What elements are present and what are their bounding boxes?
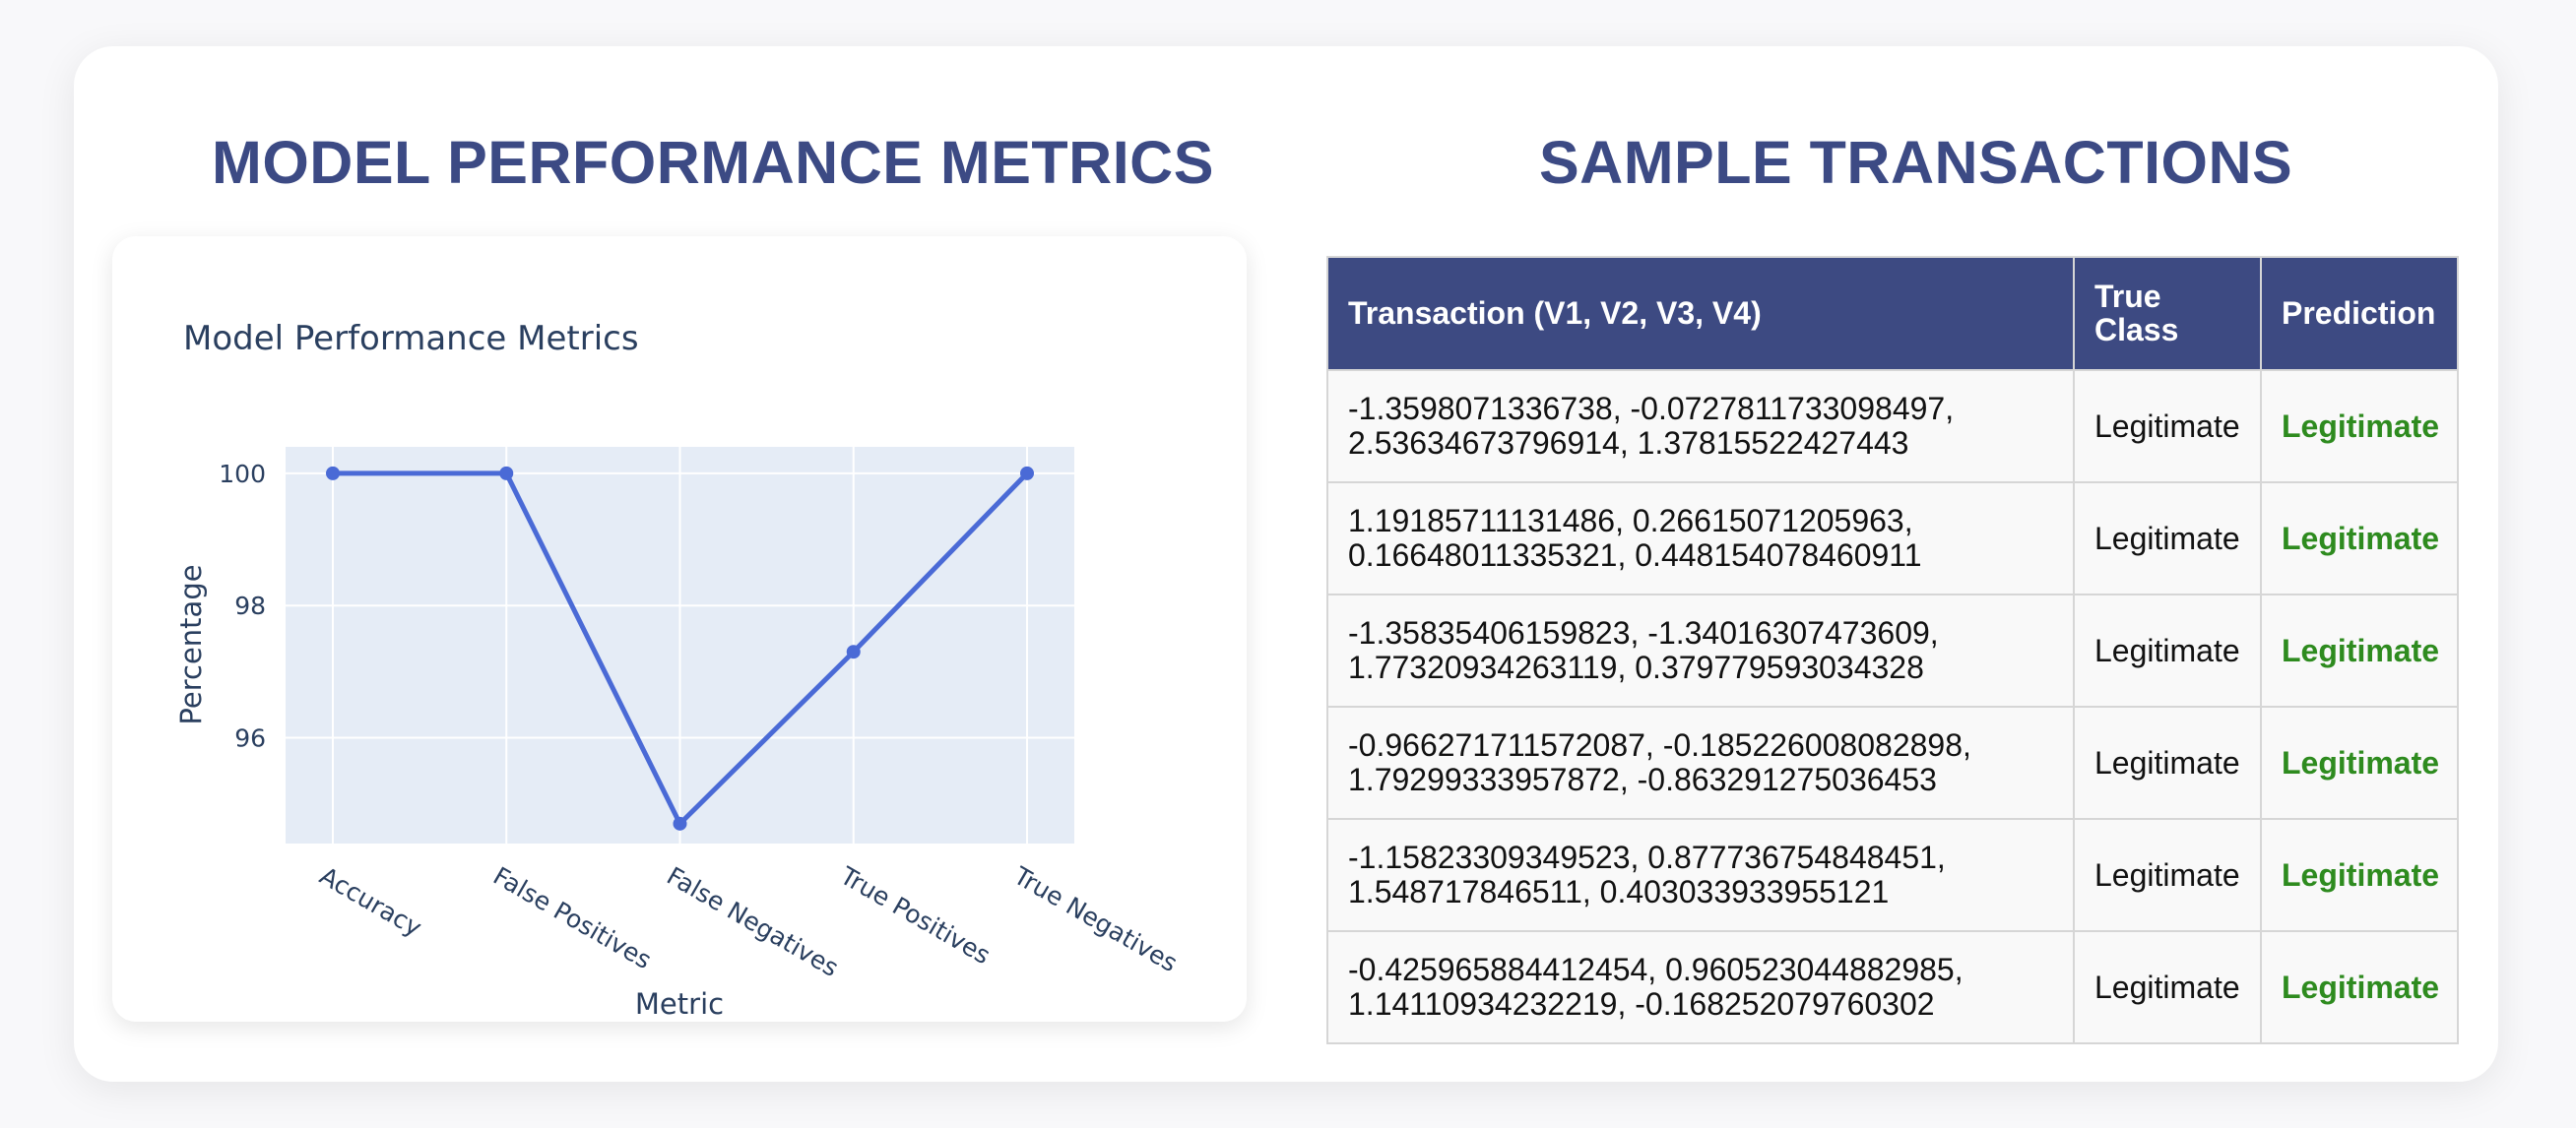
transaction-values-line: 1.79299333957872, -0.863291275036453 <box>1348 762 1937 797</box>
prediction-cell: Legitimate <box>2260 481 2459 595</box>
transaction-values-line: -0.966271711572087, -0.185226008082898, <box>1348 727 1971 764</box>
y-tick-labels: 96 98 100 <box>219 460 266 753</box>
header-true-class: True Class <box>2073 256 2262 371</box>
true-class-cell: Legitimate <box>2073 481 2262 595</box>
prediction-cell: Legitimate <box>2260 930 2459 1044</box>
table-row: -1.15823309349523, 0.877736754848451, 1.5… <box>1326 818 2459 932</box>
performance-chart-card: 96 98 100 Accuracy False Positives False Neg… <box>112 236 1247 1022</box>
y-tick-label: 100 <box>219 460 266 488</box>
performance-section-title: MODEL PERFORMANCE METRICS <box>212 129 1214 196</box>
transaction-values-line: 1.77320934263119, 0.379779593034328 <box>1348 650 1924 685</box>
header-prediction: Prediction <box>2260 256 2459 371</box>
true-class-cell: Legitimate <box>2073 706 2262 820</box>
transaction-cell: -0.425965884412454, 0.960523044882985, 1.… <box>1326 930 2075 1044</box>
transaction-values-line: 1.19185711131486, 0.26615071205963, <box>1348 503 1913 539</box>
transaction-values-line: 0.16648011335321, 0.448154078460911 <box>1348 537 1922 573</box>
table-row: 1.19185711131486, 0.26615071205963, 0.166… <box>1326 481 2459 595</box>
x-tick-label: True Negatives <box>1008 861 1183 978</box>
chart-title: Model Performance Metrics <box>183 319 639 358</box>
x-tick-labels: Accuracy False Positives False NegativesTr… <box>315 861 1183 983</box>
y-tick-label: 96 <box>234 724 266 753</box>
y-axis-label: Percentage <box>174 564 208 724</box>
x-tick-label: False Positives <box>488 861 656 974</box>
table-header-row: Transaction (V1, V2, V3, V4) True Class … <box>1326 256 2459 371</box>
y-tick-label: 98 <box>234 592 266 620</box>
transaction-values-line: -1.3598071336738, -0.0727811733098497, <box>1348 391 1955 427</box>
transaction-values-line: 2.53634673796914, 1.37815522427443 <box>1348 425 1909 461</box>
true-class-cell: Legitimate <box>2073 930 2262 1044</box>
prediction-cell: Legitimate <box>2260 369 2459 483</box>
transaction-cell: -1.3598071336738, -0.0727811733098497, 2.… <box>1326 369 2075 483</box>
x-axis-label: Metric <box>635 987 724 1021</box>
data-point <box>499 466 514 480</box>
transaction-values-line: -0.425965884412454, 0.960523044882985, <box>1348 952 1964 988</box>
prediction-cell: Legitimate <box>2260 706 2459 820</box>
data-point <box>326 466 340 480</box>
table-row: -1.3598071336738, -0.0727811733098497, 2.… <box>1326 369 2459 483</box>
data-point <box>1020 466 1034 480</box>
prediction-cell: Legitimate <box>2260 818 2459 932</box>
true-class-cell: Legitimate <box>2073 818 2262 932</box>
transaction-cell: -0.966271711572087, -0.185226008082898, 1… <box>1326 706 2075 820</box>
header-transaction: Transaction (V1, V2, V3, V4) <box>1326 256 2075 371</box>
x-tick-label: False Negatives <box>662 861 843 982</box>
performance-line-chart: 96 98 100 Accuracy False Positives False Neg… <box>174 319 1183 1021</box>
data-point <box>673 816 687 831</box>
transaction-values-line: 1.14110934232219, -0.168252079760302 <box>1348 986 1935 1022</box>
data-point <box>846 645 861 659</box>
transactions-table: Transaction (V1, V2, V3, V4) True Class … <box>1326 256 2459 1044</box>
transaction-cell: 1.19185711131486, 0.26615071205963, 0.166… <box>1326 481 2075 595</box>
transaction-values-line: -1.15823309349523, 0.877736754848451, <box>1348 840 1946 876</box>
true-class-cell: Legitimate <box>2073 594 2262 708</box>
prediction-cell: Legitimate <box>2260 594 2459 708</box>
transaction-values-line: 1.548717846511, 0.403033933955121 <box>1348 874 1890 909</box>
x-tick-label: Accuracy <box>315 861 427 942</box>
true-class-cell: Legitimate <box>2073 369 2262 483</box>
transaction-values-line: -1.35835406159823, -1.34016307473609, <box>1348 615 1939 652</box>
transaction-cell: -1.35835406159823, -1.34016307473609, 1.7… <box>1326 594 2075 708</box>
table-row: -0.966271711572087, -0.185226008082898, 1… <box>1326 706 2459 820</box>
x-tick-label: True Positives <box>835 861 996 971</box>
table-row: -0.425965884412454, 0.960523044882985, 1.… <box>1326 930 2459 1044</box>
transaction-cell: -1.15823309349523, 0.877736754848451, 1.5… <box>1326 818 2075 932</box>
table-row: -1.35835406159823, -1.34016307473609, 1.7… <box>1326 594 2459 708</box>
header-true-class-label: True Class <box>2094 278 2179 347</box>
transactions-section-title: SAMPLE TRANSACTIONS <box>1539 129 2293 196</box>
